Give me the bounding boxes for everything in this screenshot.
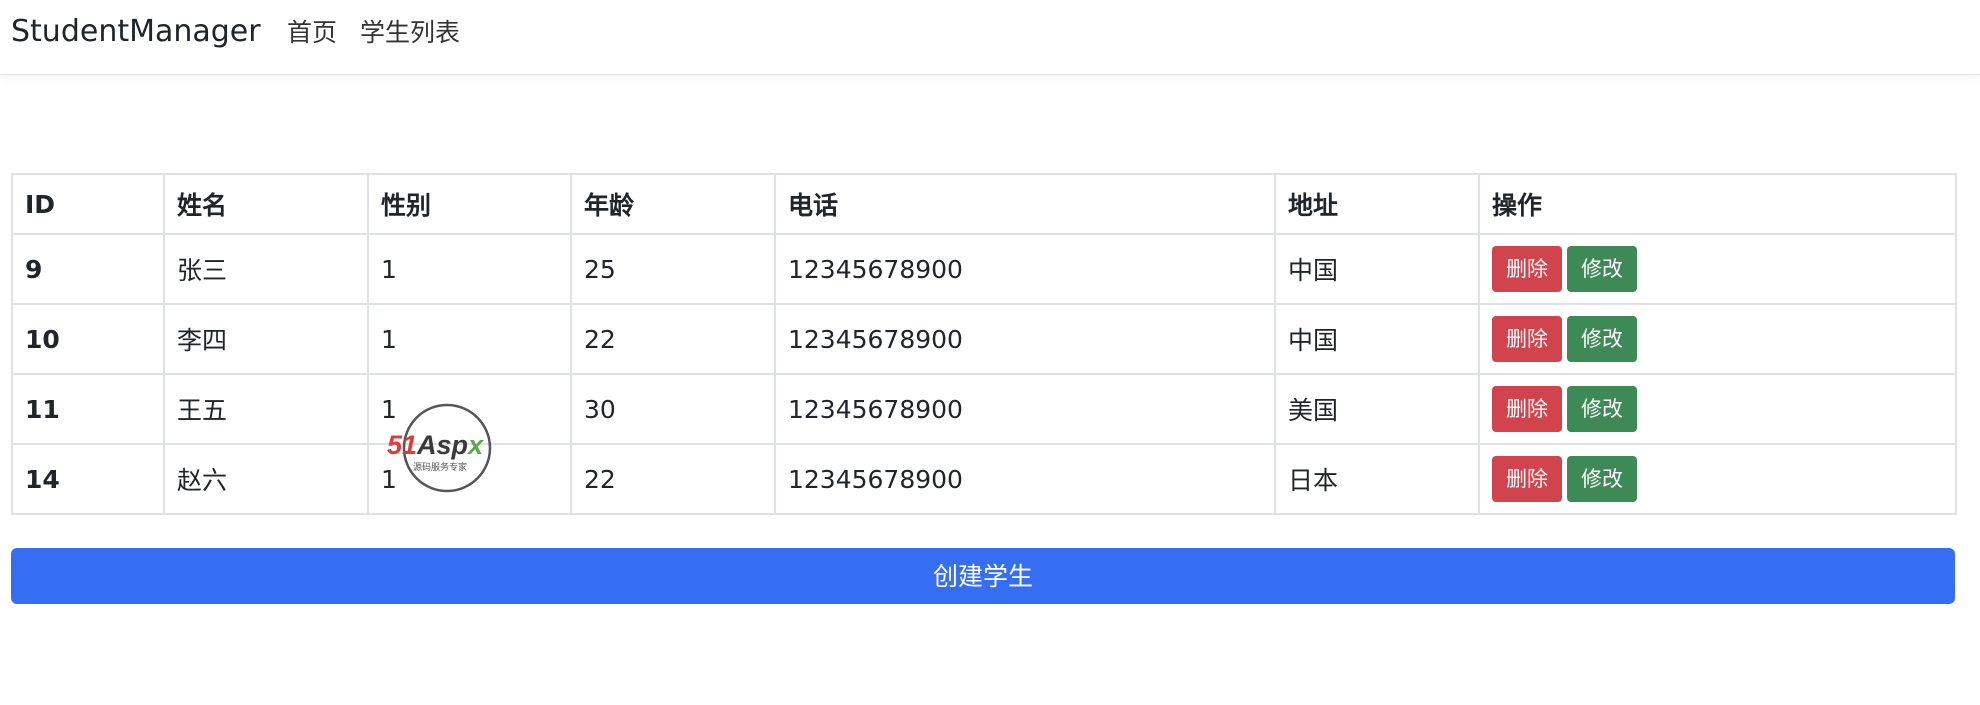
cell-name: 赵六 <box>163 443 369 515</box>
cell-actions: 删除 修改 <box>1478 233 1957 305</box>
column-header-id: ID <box>11 173 165 235</box>
cell-age: 25 <box>570 233 776 305</box>
cell-age: 30 <box>570 373 776 445</box>
column-header-age: 年龄 <box>570 173 776 235</box>
delete-button[interactable]: 删除 <box>1492 456 1562 502</box>
table-header: ID 姓名 性别 年龄 电话 地址 操作 <box>11 173 1957 235</box>
create-student-button[interactable]: 创建学生 <box>11 548 1955 604</box>
table-row: 11 王五 1 30 12345678900 美国 删除 修改 <box>11 373 1957 445</box>
nav-link-student-list[interactable]: 学生列表 <box>360 17 460 49</box>
edit-button[interactable]: 修改 <box>1567 246 1637 292</box>
cell-phone: 12345678900 <box>774 303 1276 375</box>
cell-name: 张三 <box>163 233 369 305</box>
table-row: 9 张三 1 25 12345678900 中国 删除 修改 <box>11 233 1957 305</box>
column-header-phone: 电话 <box>774 173 1276 235</box>
cell-id: 14 <box>11 443 165 515</box>
delete-button[interactable]: 删除 <box>1492 246 1562 292</box>
cell-gender: 1 <box>367 373 572 445</box>
cell-id: 11 <box>11 373 165 445</box>
column-header-address: 地址 <box>1274 173 1480 235</box>
cell-actions: 删除 修改 <box>1478 443 1957 515</box>
cell-age: 22 <box>570 303 776 375</box>
cell-address: 中国 <box>1274 233 1480 305</box>
column-header-name: 姓名 <box>163 173 369 235</box>
cell-id: 10 <box>11 303 165 375</box>
delete-button[interactable]: 删除 <box>1492 386 1562 432</box>
brand-link[interactable]: StudentManager <box>11 14 261 50</box>
column-header-actions: 操作 <box>1478 173 1957 235</box>
cell-age: 22 <box>570 443 776 515</box>
cell-gender: 1 <box>367 443 572 515</box>
edit-button[interactable]: 修改 <box>1567 456 1637 502</box>
cell-address: 中国 <box>1274 303 1480 375</box>
cell-phone: 12345678900 <box>774 373 1276 445</box>
table-row: 10 李四 1 22 12345678900 中国 删除 修改 <box>11 303 1957 375</box>
column-header-gender: 性别 <box>367 173 572 235</box>
student-table: ID 姓名 性别 年龄 电话 地址 操作 9 张三 1 25 123456789… <box>11 173 1957 515</box>
table-row: 14 赵六 1 22 12345678900 日本 删除 修改 <box>11 443 1957 515</box>
top-navbar: StudentManager 首页 学生列表 <box>0 0 1980 75</box>
table-body: 9 张三 1 25 12345678900 中国 删除 修改 10 李四 1 22… <box>11 233 1957 515</box>
nav-link-home[interactable]: 首页 <box>287 17 337 49</box>
cell-phone: 12345678900 <box>774 233 1276 305</box>
cell-address: 美国 <box>1274 373 1480 445</box>
cell-actions: 删除 修改 <box>1478 303 1957 375</box>
cell-name: 李四 <box>163 303 369 375</box>
cell-address: 日本 <box>1274 443 1480 515</box>
cell-gender: 1 <box>367 303 572 375</box>
cell-id: 9 <box>11 233 165 305</box>
delete-button[interactable]: 删除 <box>1492 316 1562 362</box>
cell-gender: 1 <box>367 233 572 305</box>
cell-phone: 12345678900 <box>774 443 1276 515</box>
edit-button[interactable]: 修改 <box>1567 316 1637 362</box>
cell-actions: 删除 修改 <box>1478 373 1957 445</box>
table-header-row: ID 姓名 性别 年龄 电话 地址 操作 <box>11 173 1957 235</box>
cell-name: 王五 <box>163 373 369 445</box>
edit-button[interactable]: 修改 <box>1567 386 1637 432</box>
